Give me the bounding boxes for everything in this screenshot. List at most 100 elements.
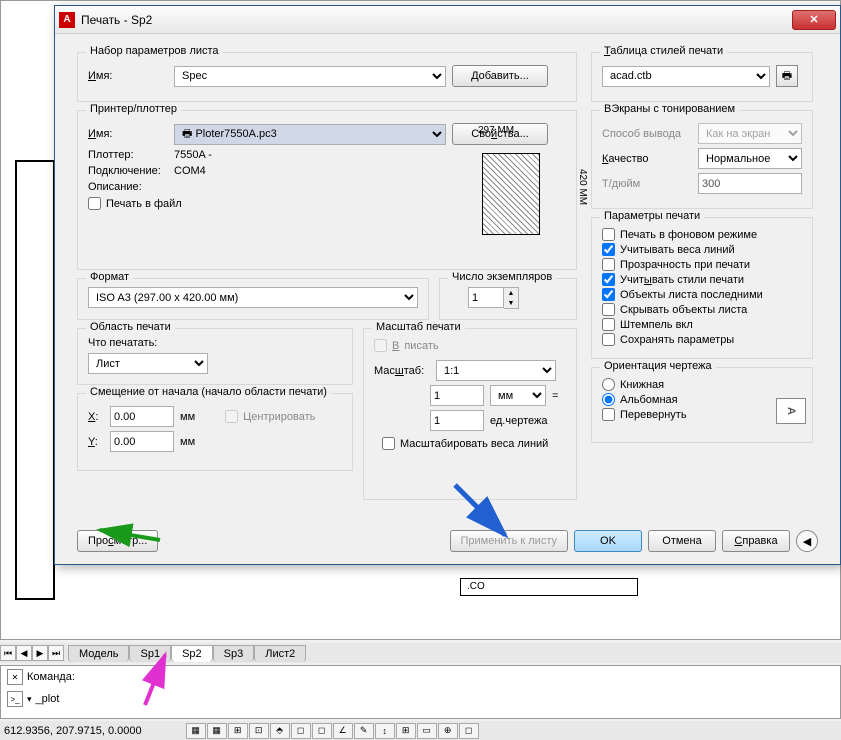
group-title: Смещение от начала (начало области печат…	[86, 386, 331, 398]
opt-lineweights-check[interactable]: Учитывать веса линий	[602, 243, 802, 256]
group-title: Масштаб печати	[372, 321, 465, 333]
bg-field: .CO	[460, 578, 638, 596]
status-btn[interactable]: ⊞	[396, 723, 416, 739]
tab-sp3[interactable]: Sp3	[213, 645, 255, 662]
group-title: Принтер/плоттер	[86, 103, 181, 115]
annotation-arrow-pink	[130, 650, 190, 710]
group-title: Набор параметров листа	[86, 45, 223, 57]
y-input[interactable]	[110, 431, 174, 452]
status-btn[interactable]: ▦	[207, 723, 227, 739]
opt-transparency-check[interactable]: Прозрачность при печати	[602, 258, 802, 271]
scale-lineweights-check[interactable]: Масштабировать веса линий	[382, 437, 566, 450]
copies-group: Число экземпляров ▲▼	[439, 278, 577, 320]
help-button[interactable]: Справка	[722, 530, 790, 552]
layout-tabs-bar: ⏮◀▶⏭ Модель Sp1 Sp2 Sp3 Лист2	[0, 643, 841, 663]
portrait-radio[interactable]: Книжная	[602, 378, 802, 391]
tab-model[interactable]: Модель	[68, 645, 129, 662]
spin-down[interactable]: ▼	[504, 298, 518, 308]
cmd-close-icon[interactable]: ✕	[7, 669, 23, 685]
group-title: Таблица стилей печати	[600, 45, 727, 57]
equals-label: =	[552, 390, 558, 402]
printer-select[interactable]: 🖶 Ploter7550A.pc3	[174, 124, 446, 145]
group-title: Параметры печати	[600, 210, 704, 222]
scale-select[interactable]: 1:1	[436, 360, 556, 381]
opt-save-check[interactable]: Сохранять параметры	[602, 333, 802, 346]
orientation-group: Ориентация чертежа Книжная Альбомная Пер…	[591, 367, 813, 443]
page-setup-select[interactable]: Spec	[174, 66, 446, 87]
shade-group: ВЭкраны с тонированием Способ выводаКак …	[591, 110, 813, 209]
center-check[interactable]: Центрировать	[225, 410, 315, 423]
shade-mode-select: Как на экране	[698, 123, 802, 144]
offset-group: Смещение от начала (начало области печат…	[77, 393, 353, 471]
drawing-frame	[15, 160, 55, 600]
add-button[interactable]: Добавить...	[452, 65, 548, 87]
fit-check[interactable]: Вписать	[374, 339, 566, 352]
printer-name-label: Имя:	[88, 128, 168, 140]
group-title: Число экземпляров	[448, 271, 556, 283]
paper-preview: 297 MM 420 MM	[472, 139, 562, 249]
status-btn[interactable]: ◻	[312, 723, 332, 739]
scale-group: Масштаб печати Вписать Масштаб:1:1 мм= е…	[363, 328, 577, 500]
opt-stamp-check[interactable]: Штемпель вкл	[602, 318, 802, 331]
preview-height: 420 MM	[577, 169, 588, 205]
quality-label: Качество	[602, 153, 692, 165]
status-btn[interactable]: ∠	[333, 723, 353, 739]
plot-area-select[interactable]: Лист	[88, 353, 208, 374]
dpi-label: Т/дюйм	[602, 178, 692, 190]
status-btn[interactable]: ↕	[375, 723, 395, 739]
group-title: Область печати	[86, 321, 175, 333]
y-unit: мм	[180, 436, 195, 448]
app-icon: A	[59, 12, 75, 28]
desc-label: Описание:	[88, 181, 168, 193]
plot-style-select[interactable]: acad.ctb	[602, 66, 770, 87]
upside-check[interactable]: Перевернуть	[602, 408, 802, 421]
status-btn[interactable]: ▦	[186, 723, 206, 739]
status-btn[interactable]: ▭	[417, 723, 437, 739]
drawing-unit-label: ед.чертежа	[490, 415, 547, 427]
x-input[interactable]	[110, 406, 174, 427]
ok-button[interactable]: OK	[574, 530, 642, 552]
collapse-button[interactable]: ◀	[796, 530, 818, 552]
opt-background-check[interactable]: Печать в фоновом режиме	[602, 228, 802, 241]
cmd-prompt-icon: >_	[7, 691, 23, 707]
annotation-arrow-blue	[445, 480, 525, 550]
command-label: Команда:	[27, 671, 75, 683]
group-title: Формат	[86, 271, 133, 283]
page-setup-group: Набор параметров листа ИИмя:мя: Spec Доб…	[77, 52, 577, 102]
landscape-radio[interactable]: Альбомная	[602, 393, 802, 406]
cancel-button[interactable]: Отмена	[648, 530, 716, 552]
status-bar: 612.9356, 207.9715, 0.0000 ▦▦⊞ ⊡⬘◻ ◻∠✎ ↕…	[0, 721, 841, 740]
annotation-arrow-green	[90, 520, 170, 550]
titlebar[interactable]: A Печать - Sp2 ✕	[55, 6, 840, 34]
paper-size-select[interactable]: ISO A3 (297.00 x 420.00 мм)	[88, 287, 418, 308]
status-btn[interactable]: ⊞	[228, 723, 248, 739]
status-toggles[interactable]: ▦▦⊞ ⊡⬘◻ ◻∠✎ ↕⊞▭ ⊕◻	[186, 723, 479, 739]
status-btn[interactable]: ⬘	[270, 723, 290, 739]
plotter-value: 7550A -	[174, 149, 212, 161]
close-button[interactable]: ✕	[792, 10, 836, 30]
what-label: Что печатать:	[88, 337, 342, 349]
status-btn[interactable]: ◻	[291, 723, 311, 739]
opt-paperspace-last-check[interactable]: Объекты листа последними	[602, 288, 802, 301]
edit-style-button[interactable]: 🖶	[776, 65, 798, 87]
copies-input[interactable]	[468, 287, 504, 308]
quality-select[interactable]: Нормальное	[698, 148, 802, 169]
opt-hide-check[interactable]: Скрывать объекты листа	[602, 303, 802, 316]
spin-up[interactable]: ▲	[504, 288, 518, 298]
copies-spinner[interactable]: ▲▼	[468, 287, 519, 309]
port-value: COM4	[174, 165, 206, 177]
opt-plotstyles-check[interactable]: Учитывать стили печати	[602, 273, 802, 286]
status-btn[interactable]: ⊕	[438, 723, 458, 739]
command-input[interactable]: _plot	[36, 693, 60, 705]
plot-style-group: Таблица стилей печати acad.ctb🖶	[591, 52, 813, 102]
plot-area-group: Область печати Что печатать: Лист	[77, 328, 353, 385]
status-btn[interactable]: ⊡	[249, 723, 269, 739]
coordinates: 612.9356, 207.9715, 0.0000	[4, 725, 142, 737]
tab-list2[interactable]: Лист2	[254, 645, 306, 662]
drawing-unit-input[interactable]	[430, 410, 484, 431]
status-btn[interactable]: ◻	[459, 723, 479, 739]
scale-unit-select[interactable]: мм	[490, 385, 546, 406]
tab-nav[interactable]: ⏮◀▶⏭	[0, 645, 64, 661]
scale-unit-input[interactable]	[430, 385, 484, 406]
status-btn[interactable]: ✎	[354, 723, 374, 739]
